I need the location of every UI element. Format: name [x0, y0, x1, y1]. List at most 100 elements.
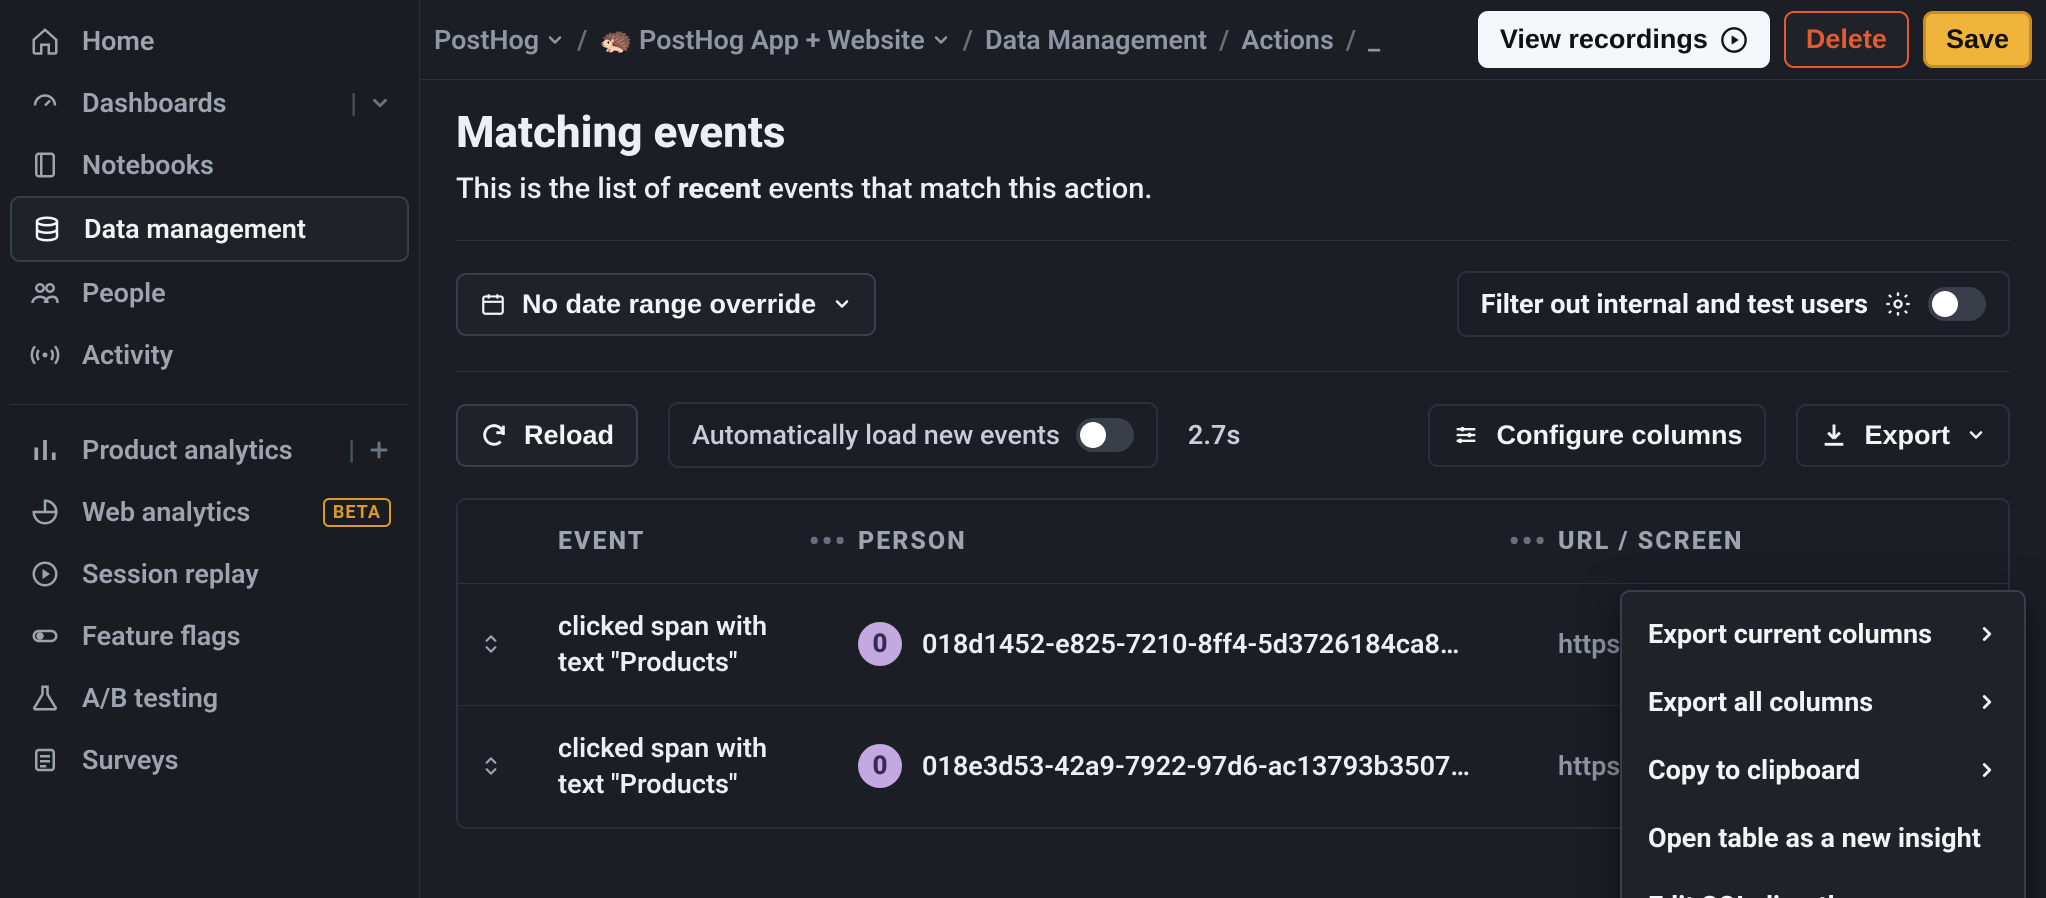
- play-circle-icon: [1720, 26, 1748, 54]
- divider: [456, 240, 2010, 241]
- breadcrumb-project[interactable]: 🦔 PostHog App + Website: [599, 24, 950, 56]
- sidebar-item-label: Home: [82, 25, 391, 57]
- export-menu-item[interactable]: Export current columns: [1622, 600, 2024, 668]
- chevron-down-icon: [832, 294, 852, 314]
- col-person[interactable]: PERSON: [858, 527, 1498, 556]
- menu-item-label: Copy to clipboard: [1648, 754, 1860, 786]
- sidebar-item-feature-flags[interactable]: Feature flags: [10, 605, 409, 667]
- beta-badge: BETA: [323, 498, 391, 527]
- sidebar-item-a-b-testing[interactable]: A/B testing: [10, 667, 409, 729]
- col-options-icon[interactable]: •••: [1498, 524, 1558, 559]
- sidebar-item-dashboards[interactable]: Dashboards|: [10, 72, 409, 134]
- breadcrumb-org-label: PostHog: [434, 24, 539, 56]
- sidebar-divider: [10, 404, 409, 405]
- filter-test-users-label: Filter out internal and test users: [1481, 288, 1868, 320]
- chevron-right-icon: [1976, 623, 1998, 645]
- breadcrumb-sep: /: [1346, 24, 1356, 56]
- export-menu: Export current columns Export all columns…: [1620, 590, 2026, 898]
- date-range-select[interactable]: No date range override: [456, 273, 876, 336]
- sidebar-item-surveys[interactable]: Surveys: [10, 729, 409, 791]
- breadcrumb-org[interactable]: PostHog: [434, 24, 565, 56]
- flask-icon: [28, 681, 62, 715]
- cell-event: clicked span with text "Products": [558, 730, 798, 803]
- reload-button[interactable]: Reload: [456, 404, 638, 467]
- sidebar-item-label: Product analytics: [82, 434, 328, 466]
- sidebar-item-label: People: [82, 277, 391, 309]
- events-age: 2.7s: [1188, 419, 1240, 451]
- cell-person[interactable]: 0 018d1452-e825-7210-8ff4-5d3726184ca8…: [858, 622, 1498, 666]
- database-icon: [30, 212, 64, 246]
- sidebar-item-label: Session replay: [82, 558, 391, 590]
- auto-load-toggle[interactable]: [1076, 418, 1134, 452]
- plus-icon[interactable]: [367, 438, 391, 462]
- sidebar-item-label: Data management: [84, 213, 389, 245]
- col-event[interactable]: EVENT: [558, 527, 798, 556]
- sidebar-item-product-analytics[interactable]: Product analytics|: [10, 419, 409, 481]
- menu-item-label: Export current columns: [1648, 618, 1932, 650]
- play-icon: [28, 557, 62, 591]
- breadcrumb-sep: /: [577, 24, 587, 56]
- person-id: 018e3d53-42a9-7922-97d6-ac13793b3507…: [922, 750, 1470, 782]
- divider: [456, 371, 2010, 372]
- sidebar-item-activity[interactable]: Activity: [10, 324, 409, 386]
- calendar-icon: [480, 291, 506, 317]
- filter-test-users-control[interactable]: Filter out internal and test users: [1457, 271, 2010, 337]
- cell-event: clicked span with text "Products": [558, 608, 798, 681]
- chevron-down-icon: [931, 30, 951, 50]
- save-button[interactable]: Save: [1923, 11, 2032, 68]
- people-icon: [28, 276, 62, 310]
- hedgehog-icon: 🦔: [599, 24, 633, 56]
- export-menu-item[interactable]: Open table as a new insight: [1622, 804, 2024, 872]
- auto-load-control[interactable]: Automatically load new events: [668, 402, 1158, 468]
- sidebar-item-label: Surveys: [82, 744, 391, 776]
- chevron-down-icon[interactable]: [369, 92, 391, 114]
- col-options-icon[interactable]: •••: [798, 524, 858, 559]
- download-icon: [1820, 421, 1848, 449]
- sidebar: Home Dashboards| Notebooks Data management P…: [0, 0, 420, 898]
- menu-item-label: Edit SQL directly: [1648, 890, 1848, 898]
- export-menu-item[interactable]: Copy to clipboard: [1622, 736, 2024, 804]
- filter-test-users-toggle[interactable]: [1928, 287, 1986, 321]
- subtitle-strong: recent: [678, 172, 761, 206]
- configure-columns-button[interactable]: Configure columns: [1428, 404, 1766, 467]
- export-button[interactable]: Export: [1796, 404, 2010, 467]
- sidebar-item-label: A/B testing: [82, 682, 391, 714]
- sidebar-item-notebooks[interactable]: Notebooks: [10, 134, 409, 196]
- configure-columns-label: Configure columns: [1496, 420, 1742, 451]
- pie-icon: [28, 495, 62, 529]
- subtitle-post: events that match this action.: [761, 172, 1152, 206]
- sidebar-item-web-analytics[interactable]: Web analytics BETA: [10, 481, 409, 543]
- sidebar-item-label: Activity: [82, 339, 391, 371]
- sidebar-item-label: Web analytics: [82, 496, 303, 528]
- breadcrumb-section[interactable]: Data Management: [985, 24, 1207, 56]
- cell-person[interactable]: 0018e3d53-42a9-7922-97d6-ac13793b3507…: [858, 744, 1498, 788]
- export-menu-item[interactable]: Export all columns: [1622, 668, 2024, 736]
- view-recordings-button[interactable]: View recordings: [1478, 11, 1770, 68]
- export-menu-item[interactable]: Edit SQL directly: [1622, 872, 2024, 898]
- col-url[interactable]: URL / SCREEN: [1558, 527, 1988, 556]
- table-header: EVENT ••• PERSON ••• URL / SCREEN: [458, 500, 2008, 584]
- bars-icon: [28, 433, 62, 467]
- breadcrumb-subsection[interactable]: Actions: [1241, 24, 1333, 56]
- sidebar-item-label: Dashboards: [82, 87, 330, 119]
- sidebar-item-data-management[interactable]: Data management: [10, 196, 409, 262]
- sliders-icon: [1452, 421, 1480, 449]
- expand-row-icon[interactable]: [478, 631, 558, 657]
- person-id: 018d1452-e825-7210-8ff4-5d3726184ca8…: [922, 628, 1459, 660]
- delete-button[interactable]: Delete: [1784, 11, 1909, 68]
- menu-item-label: Open table as a new insight: [1648, 822, 1981, 854]
- home-icon: [28, 24, 62, 58]
- view-recordings-label: View recordings: [1500, 24, 1708, 55]
- menu-item-label: Export all columns: [1648, 686, 1873, 718]
- sidebar-item-home[interactable]: Home: [10, 10, 409, 72]
- sidebar-item-people[interactable]: People: [10, 262, 409, 324]
- gear-icon: [1884, 290, 1912, 318]
- sidebar-item-session-replay[interactable]: Session replay: [10, 543, 409, 605]
- sidebar-item-label: Notebooks: [82, 149, 391, 181]
- breadcrumb: PostHog / 🦔 PostHog App + Website / Data…: [434, 24, 1464, 56]
- avatar: 0: [858, 622, 902, 666]
- subtitle-pre: This is the list of: [456, 172, 678, 206]
- expand-row-icon[interactable]: [478, 753, 558, 779]
- auto-load-label: Automatically load new events: [692, 419, 1060, 451]
- sidebar-item-label: Feature flags: [82, 620, 391, 652]
